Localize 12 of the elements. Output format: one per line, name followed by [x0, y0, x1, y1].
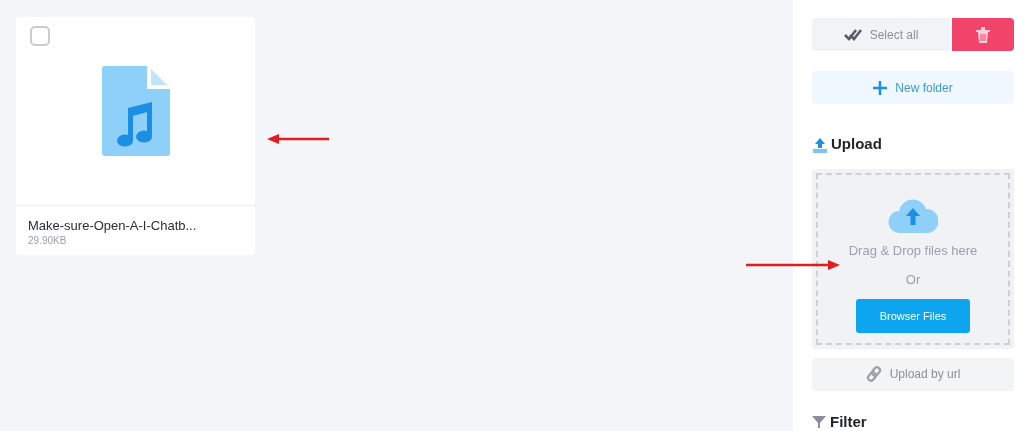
or-label: Or — [905, 271, 921, 290]
new-folder-button[interactable]: New folder — [812, 71, 1014, 105]
upload-heading: Upload — [831, 134, 882, 155]
upload-url-button[interactable]: Upload by url — [812, 357, 1014, 391]
select-all-button[interactable]: Select all — [812, 18, 950, 52]
drop-hint: Drag & Drop files here — [848, 241, 978, 260]
file-size: 29.90KB — [28, 234, 68, 248]
drop-zone[interactable]: Drag & Drop files here Or Browser Files — [812, 168, 1014, 349]
browse-files-button[interactable]: Browser Files — [856, 298, 970, 333]
file-card[interactable]: Make-sure-Open-A-I-Chatb... 29.90KB — [16, 17, 255, 255]
filter-heading: Filter — [830, 413, 867, 431]
file-name: Make-sure-Open-A-I-Chatb... — [28, 218, 198, 234]
